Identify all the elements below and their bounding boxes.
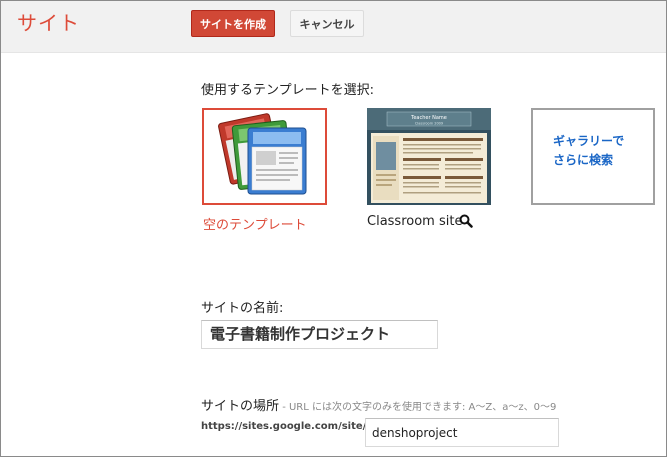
app-title: サイト [17, 11, 80, 35]
cancel-button[interactable]: キャンセル [290, 10, 364, 37]
site-location-title: サイトの場所 [201, 399, 280, 414]
template-blank-label[interactable]: 空のテンプレート [203, 214, 307, 233]
url-prefix: https://sites.google.com/site/ [201, 421, 367, 432]
top-bar: サイト サイトを作成 キャンセル [1, 1, 666, 53]
site-name-label: サイトの名前: [201, 301, 284, 316]
site-location-label: サイトの場所 - URL には次の文字のみを使用できます: A〜Z、a〜z、0〜… [201, 395, 556, 414]
classroom-site-thumbnail: Teacher Name Classroom 2009 [367, 108, 491, 205]
thumb-title: Teacher Name [410, 115, 447, 121]
location-hint: には次の文字のみを使用できます: A〜Z、a〜z、0〜9 [308, 402, 557, 413]
site-name-input[interactable]: 電子書籍制作プロジェクト [201, 320, 438, 349]
template-classroom[interactable]: Teacher Name Classroom 2009 [367, 108, 491, 205]
location-hint-url: URL [288, 402, 309, 413]
template-classroom-label[interactable]: Classroom site [367, 214, 462, 229]
site-location-input[interactable]: denshoproject [365, 418, 559, 447]
template-blank[interactable] [202, 108, 327, 205]
thumb-subtitle: Classroom 2009 [415, 122, 443, 126]
browse-gallery-button[interactable]: ギャラリーで さらに検索 [531, 108, 655, 205]
gallery-label-line2[interactable]: さらに検索 [553, 151, 643, 170]
gallery-label-line1[interactable]: ギャラリーで [553, 132, 643, 151]
stacked-documents-icon [218, 113, 307, 195]
browse-gallery-label[interactable]: ギャラリーで さらに検索 [553, 132, 643, 170]
template-prompt: 使用するテンプレートを選択: [201, 83, 374, 98]
magnifier-icon[interactable] [459, 213, 473, 232]
create-site-button[interactable]: サイトを作成 [191, 10, 275, 37]
location-hint-separator: - [279, 402, 289, 413]
